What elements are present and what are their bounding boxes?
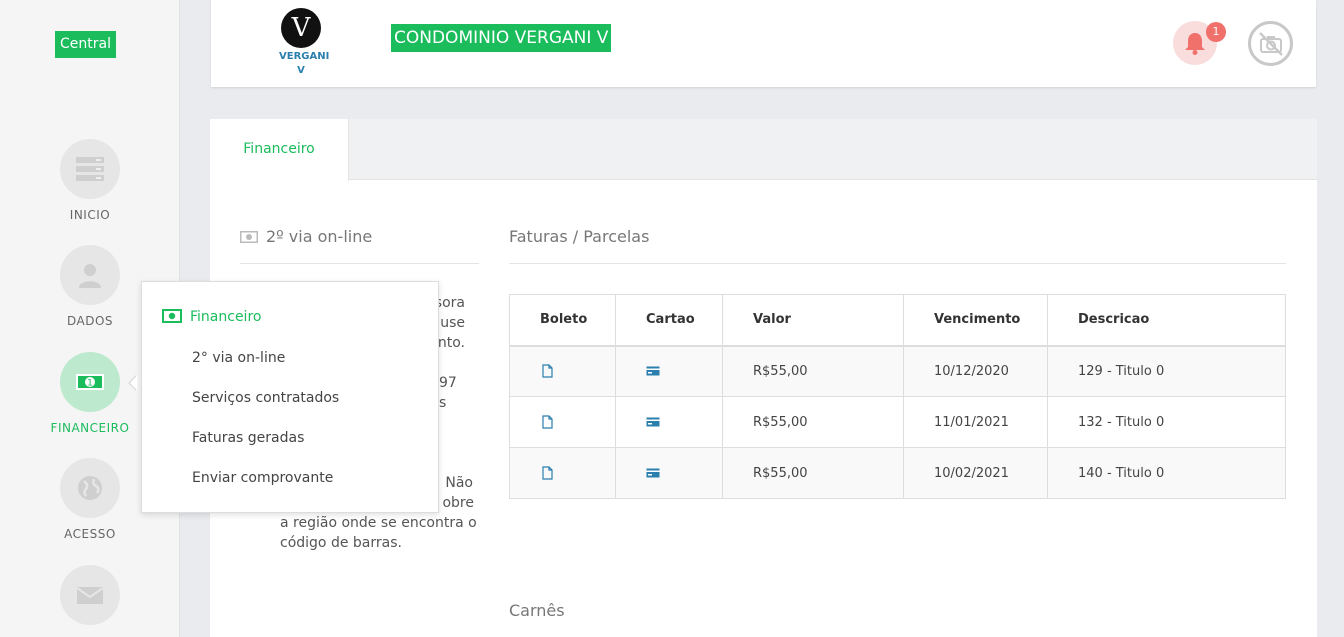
second-copy-title: 2º via on-line	[240, 227, 479, 264]
valor-cell: R$55,00	[722, 345, 904, 397]
logo-text-1: VERGANI	[279, 51, 330, 62]
col-cartao: Cartao	[615, 294, 723, 347]
popover-header[interactable]: Financeiro	[162, 307, 261, 327]
table-row: R$55,00 10/02/2021 140 - Titulo 0	[509, 447, 1286, 499]
cartao-cell[interactable]	[615, 447, 723, 499]
credit-card-icon[interactable]	[646, 364, 660, 378]
invoices-table: Boleto Cartao Valor Vencimento Descricao…	[509, 294, 1286, 499]
descricao-cell: 132 - Titulo 0	[1047, 396, 1286, 448]
col-vencimento: Vencimento	[903, 294, 1048, 347]
vencimento-cell: 10/12/2020	[903, 345, 1048, 397]
tab-financeiro[interactable]: Financeiro	[210, 119, 349, 181]
descricao-cell: 129 - Titulo 0	[1047, 345, 1286, 397]
cartao-cell[interactable]	[615, 345, 723, 397]
bell-icon	[1185, 33, 1205, 55]
logo-text-2: V	[297, 65, 305, 76]
nav-label-inicio: INICIO	[69, 208, 111, 222]
user-icon	[60, 245, 120, 305]
cartao-cell[interactable]	[615, 396, 723, 448]
menu-item-enviar-comprovante[interactable]: Enviar comprovante	[192, 468, 333, 488]
server-icon	[60, 139, 120, 199]
instructions-line: código de barras.	[280, 535, 402, 551]
popover-arrow-inner	[130, 376, 137, 390]
financeiro-popover-menu: Financeiro 2° via on-line Serviços contr…	[141, 281, 439, 513]
descricao-cell: 140 - Titulo 0	[1047, 447, 1286, 499]
carnes-title: Carnês	[509, 601, 565, 620]
svg-text:1: 1	[87, 379, 93, 389]
file-icon[interactable]	[540, 364, 554, 378]
instructions-line: a região onde se encontra o	[280, 515, 477, 531]
tab-bar: Financeiro	[210, 119, 1317, 181]
money-icon: 1	[60, 352, 120, 412]
boleto-cell[interactable]	[509, 396, 616, 448]
central-button[interactable]: Central	[55, 31, 116, 58]
menu-item-2via[interactable]: 2° via on-line	[192, 348, 285, 368]
money-icon	[162, 309, 182, 323]
instructions-line: s	[439, 395, 447, 411]
credit-card-icon[interactable]	[646, 415, 660, 429]
col-descricao: Descricao	[1047, 294, 1286, 347]
col-valor: Valor	[722, 294, 904, 347]
money-icon	[240, 231, 258, 243]
popover-header-label: Financeiro	[190, 309, 262, 325]
camera-off-button[interactable]	[1248, 21, 1293, 66]
globe-icon	[60, 458, 120, 518]
second-copy-title-text: 2º via on-line	[266, 227, 373, 246]
menu-item-faturas[interactable]: Faturas geradas	[192, 428, 304, 448]
file-icon[interactable]	[540, 415, 554, 429]
instructions-line: 97	[439, 375, 457, 391]
header: V VERGANI V CONDOMINIO VERGANI V 1	[211, 0, 1316, 87]
col-boleto: Boleto	[509, 294, 616, 347]
file-icon[interactable]	[540, 466, 554, 480]
condo-logo: V VERGANI V	[279, 8, 330, 83]
camera-off-icon	[1258, 31, 1283, 56]
notification-badge: 1	[1206, 22, 1226, 42]
nav-label-acesso: ACESSO	[64, 527, 116, 541]
boleto-cell[interactable]	[509, 447, 616, 499]
table-row: R$55,00 11/01/2021 132 - Titulo 0	[509, 396, 1286, 448]
condo-title: CONDOMINIO VERGANI V	[391, 24, 612, 52]
menu-item-servicos[interactable]: Serviços contratados	[192, 388, 339, 408]
boleto-cell[interactable]	[509, 345, 616, 397]
table-row: R$55,00 10/12/2020 129 - Titulo 0	[509, 345, 1286, 397]
envelope-icon	[60, 565, 120, 625]
instructions-text-2: 97 s	[439, 373, 479, 413]
credit-card-icon[interactable]	[646, 466, 660, 480]
logo-mark: V	[281, 8, 321, 48]
invoices-title: Faturas / Parcelas	[509, 227, 1286, 264]
valor-cell: R$55,00	[722, 447, 904, 499]
valor-cell: R$55,00	[722, 396, 904, 448]
nav-item-mensagens[interactable]	[0, 565, 180, 625]
vencimento-cell: 11/01/2021	[903, 396, 1048, 448]
vencimento-cell: 10/02/2021	[903, 447, 1048, 499]
nav-item-inicio[interactable]: INICIO	[0, 139, 180, 222]
